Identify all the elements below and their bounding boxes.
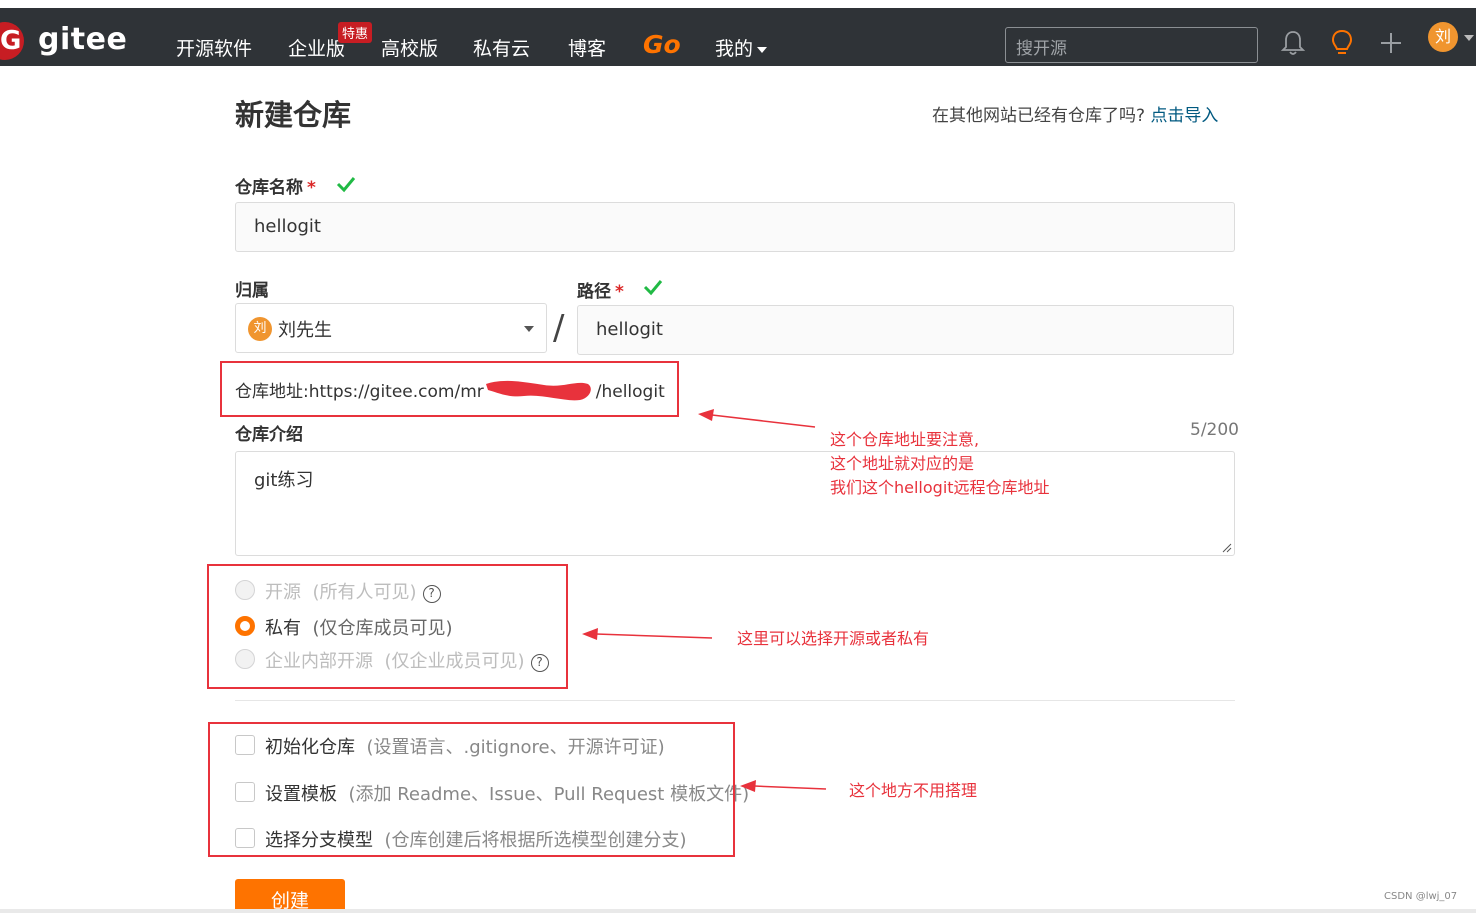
note-line: 这个仓库地址要注意,	[830, 430, 980, 449]
note-line: 我们这个hellogit远程仓库地址	[830, 478, 1050, 497]
arrow-visibility-head	[582, 628, 598, 640]
note-line: 这个地址就对应的是	[830, 454, 975, 473]
arrow-options-head	[740, 780, 756, 792]
annotation-visibility-note: 这里可以选择开源或者私有	[737, 629, 930, 648]
annotation-options-note: 这个地方不用搭理	[849, 781, 978, 800]
annotation-arrows	[582, 409, 827, 792]
arrow-options	[753, 785, 827, 790]
arrow-address-head	[698, 409, 714, 421]
annotation-address-note: 这个仓库地址要注意, 这个地址就对应的是 我们这个hellogit远程仓库地址	[830, 428, 1050, 500]
arrow-visibility	[595, 633, 713, 639]
arrow-address	[711, 414, 816, 428]
